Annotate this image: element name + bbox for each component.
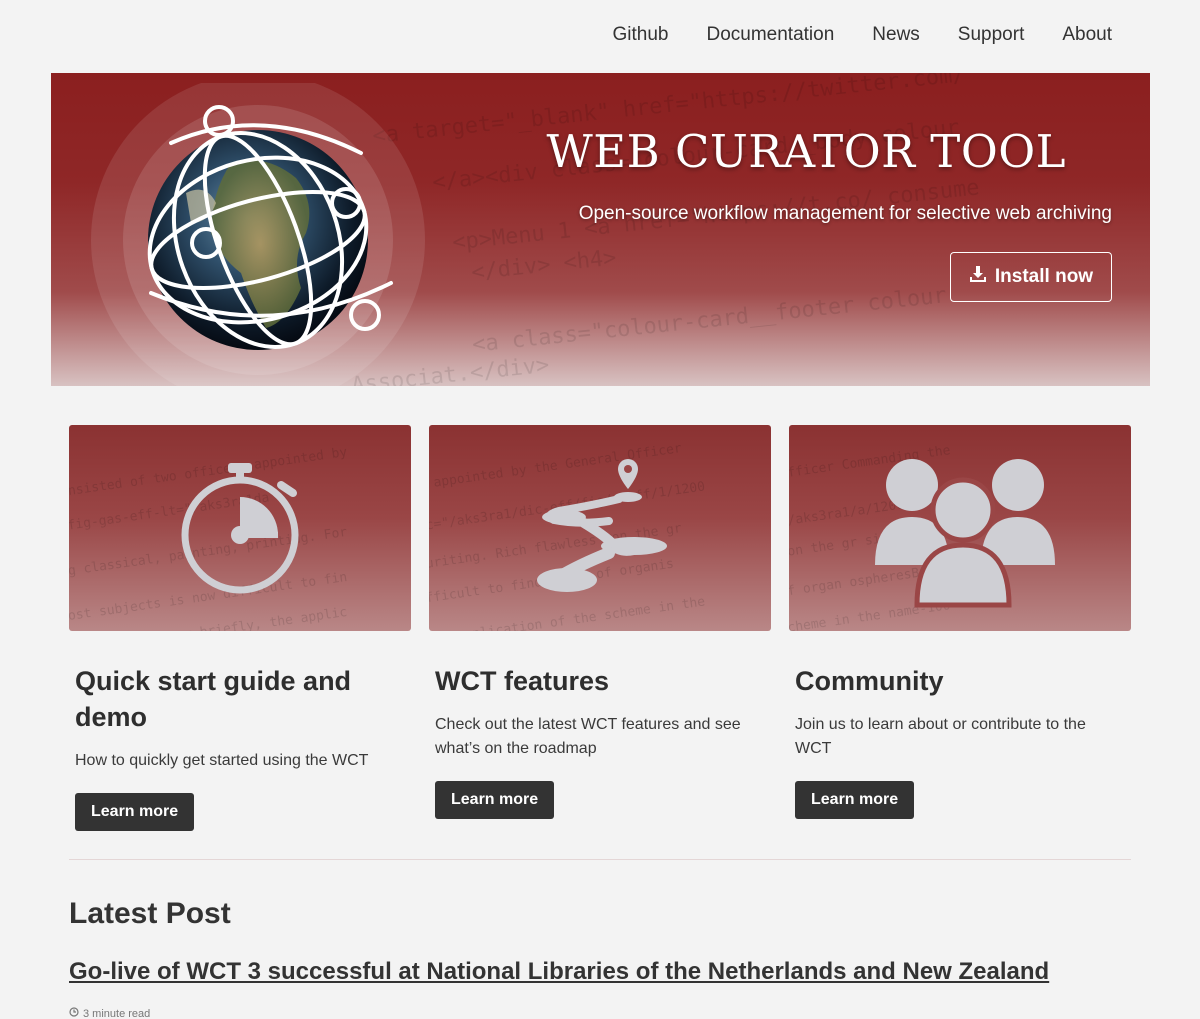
hero-title: WEB CURATOR TOOL	[546, 125, 1066, 178]
hero-banner: <a target="_blank" href="https://twitter…	[51, 73, 1150, 386]
card-image: onsisted of two officers appointed by <f…	[69, 425, 411, 631]
nav-documentation[interactable]: Documentation	[706, 24, 834, 46]
card-title: Community	[795, 666, 944, 696]
stopwatch-icon	[181, 463, 299, 594]
card-image: Officer Commanding the e/aks3ra1/a/1200 …	[789, 425, 1131, 631]
clock-icon	[69, 1007, 79, 1019]
read-time: 3 minute read	[69, 1007, 150, 1019]
read-time-label: 3 minute read	[83, 1007, 151, 1019]
card-description: Join us to learn about or contribute to …	[795, 716, 1086, 757]
card-community: Officer Commanding the e/aks3ra1/a/1200 …	[789, 425, 1131, 819]
card-title: Quick start guide and demo	[75, 666, 352, 732]
latest-post-heading: Latest Post	[69, 897, 231, 930]
install-now-label: Install now	[994, 266, 1094, 287]
roadmap-path-icon	[537, 459, 667, 592]
globe-logo-icon	[91, 73, 426, 386]
learn-more-button[interactable]: Learn more	[795, 781, 915, 819]
card-features: ts appointed by the General Officer src=…	[429, 425, 771, 819]
card-title: WCT features	[435, 666, 610, 696]
nav-github[interactable]: Github	[613, 24, 669, 46]
learn-more-button[interactable]: Learn more	[435, 781, 555, 819]
group-people-icon	[875, 459, 1055, 608]
learn-more-button[interactable]: Learn more	[75, 793, 195, 831]
nav-support[interactable]: Support	[958, 24, 1025, 46]
nav-news[interactable]: News	[872, 24, 920, 46]
nav-about[interactable]: About	[1062, 24, 1112, 46]
hero-subtitle: Open-source workflow management for sele…	[578, 203, 1112, 224]
section-divider	[69, 859, 1131, 860]
top-nav: Github Documentation News Support About	[613, 24, 1113, 46]
latest-post-link[interactable]: Go-live of WCT 3 successful at National …	[69, 958, 1049, 986]
card-image: ts appointed by the General Officer src=…	[429, 425, 771, 631]
card-description: How to quickly get started using the WCT	[75, 752, 369, 769]
card-quick-start: onsisted of two officers appointed by <f…	[69, 425, 411, 831]
download-icon	[969, 265, 987, 289]
card-description: Check out the latest WCT features and se…	[435, 716, 741, 757]
install-now-button[interactable]: Install now	[950, 252, 1112, 302]
